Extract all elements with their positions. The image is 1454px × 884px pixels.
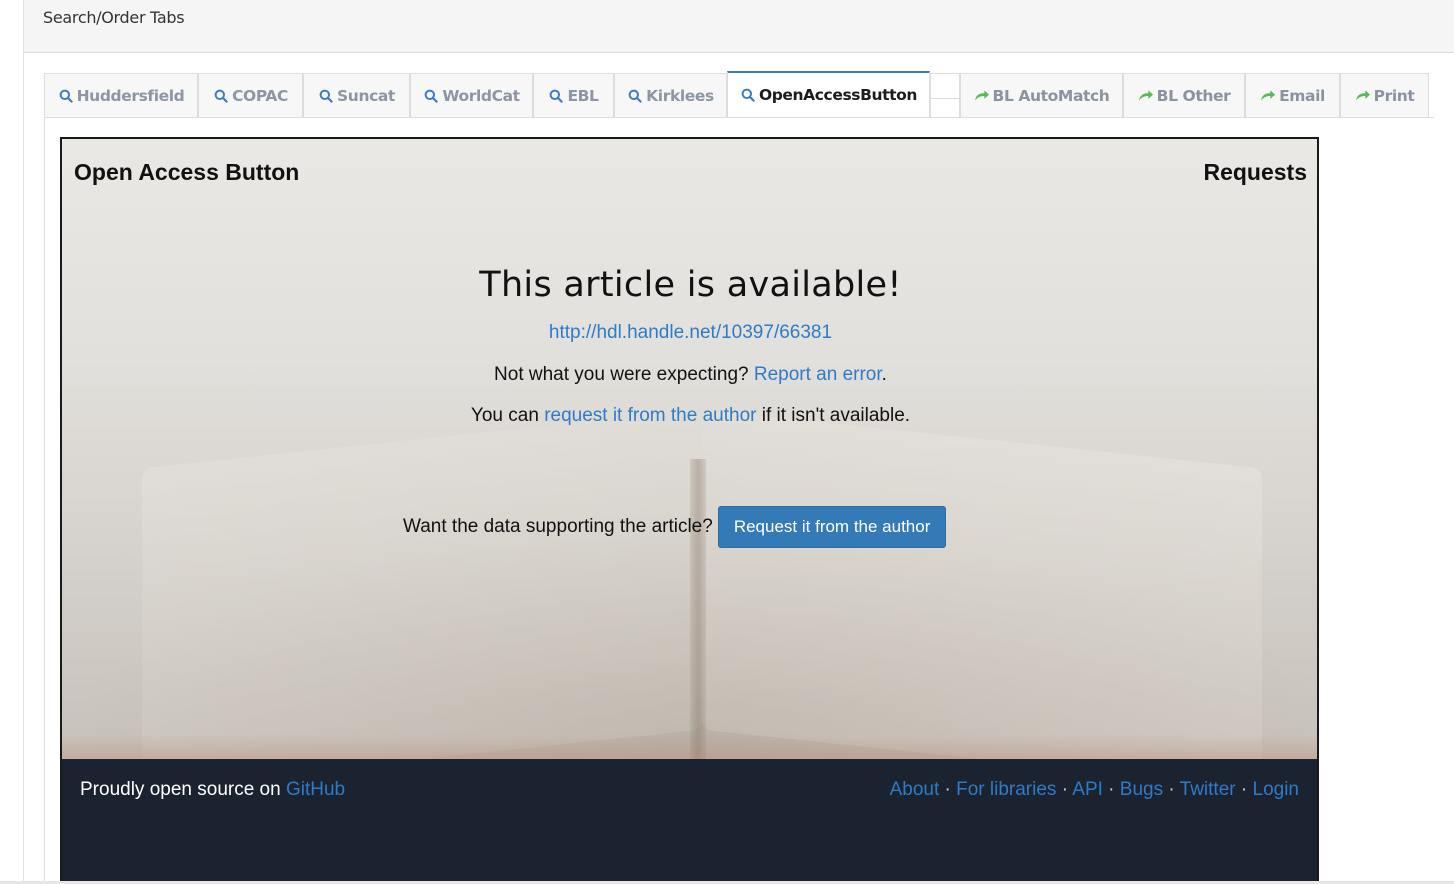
data-request-row: Want the data supporting the article? Re… (403, 506, 947, 548)
tab-label: Email (1279, 86, 1325, 105)
tab-bar: Huddersfield COPAC Suncat WorldCat EBL Kirkle… (44, 71, 1454, 118)
search-icon (213, 88, 229, 104)
footer-link-twitter[interactable]: Twitter (1180, 779, 1236, 800)
footer-separator: · (1235, 779, 1253, 800)
tab-huddersfield[interactable]: Huddersfield (44, 73, 198, 117)
request-prefix: You can (470, 405, 545, 426)
footer-link-for-libraries[interactable]: For libraries (956, 779, 1056, 800)
panel-heading: Search/Order Tabs (24, 0, 1454, 53)
tab-label: Kirklees (646, 86, 714, 105)
tab-worldcat[interactable]: WorldCat (410, 73, 533, 117)
tab-bl-other[interactable]: BL Other (1123, 73, 1245, 117)
oab-footer: Proudly open source on GitHub About · Fo… (62, 759, 1317, 884)
tab-label: BL Other (1156, 86, 1231, 105)
book-edge (62, 735, 1317, 759)
tab-label: Print (1373, 86, 1415, 105)
search-icon (548, 88, 564, 104)
request-data-button[interactable]: Request it from the author (717, 506, 947, 548)
tab-suncat[interactable]: Suncat (303, 73, 410, 117)
tab-print[interactable]: Print (1340, 73, 1429, 117)
search-icon (627, 88, 643, 104)
share-arrow-icon (1355, 88, 1371, 104)
search-icon (58, 88, 74, 104)
data-prompt: Want the data supporting the article? (403, 516, 713, 537)
search-icon (740, 87, 756, 103)
footer-separator: · (1102, 779, 1120, 800)
tab-label: BL AutoMatch (992, 86, 1110, 105)
tab-label: EBL (567, 86, 599, 105)
article-url-link[interactable]: http://hdl.handle.net/10397/66381 (549, 322, 832, 343)
tab-bl-automatch[interactable]: BL AutoMatch (960, 73, 1123, 117)
tab-label: WorldCat (442, 86, 520, 105)
book-left-page (142, 409, 702, 789)
report-error-prefix: Not what you were expecting? (494, 364, 754, 385)
content-border-left (44, 117, 45, 884)
tab-group-spacer (930, 73, 960, 117)
tab-label: COPAC (232, 86, 288, 105)
footer-separator: · (1163, 779, 1180, 800)
share-arrow-icon (1260, 88, 1276, 104)
report-error-link[interactable]: Report an error (754, 364, 882, 385)
footer-open-source: Proudly open source on GitHub (80, 779, 345, 801)
share-arrow-icon (1138, 88, 1154, 104)
tab-label: Suncat (337, 86, 395, 105)
report-error-suffix: . (881, 364, 887, 385)
panel-title: Search/Order Tabs (43, 8, 185, 27)
article-url-line: http://hdl.handle.net/10397/66381 (62, 322, 1317, 344)
footer-link-bugs[interactable]: Bugs (1120, 779, 1163, 800)
tab-ebl[interactable]: EBL (533, 73, 614, 117)
tab-kirklees[interactable]: Kirklees (614, 73, 727, 117)
footer-link-login[interactable]: Login (1253, 779, 1300, 800)
tab-baseline (44, 117, 1434, 118)
requests-link[interactable]: Requests (1203, 159, 1307, 186)
oab-brand-link[interactable]: Open Access Button (74, 159, 299, 186)
book-right-page (702, 409, 1262, 789)
left-rail (0, 0, 24, 884)
tab-label: Huddersfield (76, 86, 185, 105)
oab-embedded-frame: Open Access Button Requests This article… (60, 137, 1319, 884)
footer-links: About · For libraries · API · Bugs · Twi… (890, 779, 1299, 801)
hero-background-book-image: Open Access Button Requests This article… (62, 139, 1317, 789)
footer-separator: · (939, 779, 957, 800)
tab-copac[interactable]: COPAC (198, 73, 303, 117)
github-link[interactable]: GitHub (286, 779, 345, 800)
book-spine (690, 459, 706, 759)
search-icon (423, 88, 439, 104)
request-author-link[interactable]: request it from the author (544, 405, 756, 426)
footer-link-api[interactable]: API (1072, 779, 1103, 800)
tab-email[interactable]: Email (1245, 73, 1340, 117)
availability-headline: This article is available! (479, 265, 902, 305)
panel-body: Huddersfield COPAC Suncat WorldCat EBL Kirkle… (24, 53, 1454, 884)
report-error-line: Not what you were expecting? Report an e… (62, 364, 1317, 386)
share-arrow-icon (974, 88, 990, 104)
footer-separator: · (1056, 779, 1073, 800)
request-suffix: if it isn't available. (756, 405, 911, 426)
footer-link-about[interactable]: About (890, 779, 940, 800)
tab-label: OpenAccessButton (758, 86, 918, 104)
tab-openaccessbutton[interactable]: OpenAccessButton (727, 71, 930, 117)
request-author-line: You can request it from the author if it… (62, 405, 1317, 427)
search-icon (318, 88, 334, 104)
footer-open-source-text: Proudly open source on (80, 779, 286, 800)
